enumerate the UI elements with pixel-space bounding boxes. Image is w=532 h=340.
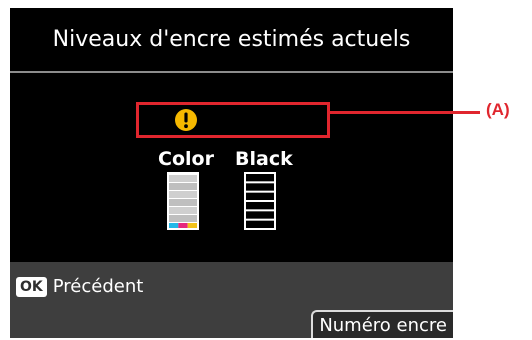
color-tank-band: [169, 215, 197, 222]
black-ink-label: Black: [235, 148, 293, 170]
color-ink-label: Color: [158, 148, 214, 170]
color-tank-strip: [169, 223, 179, 228]
exclamation-icon: [175, 109, 197, 131]
color-tank-band: [169, 175, 197, 182]
black-tank-bar: [246, 181, 274, 184]
callout-label: (A): [486, 100, 510, 119]
back-row[interactable]: OK Précédent: [16, 276, 143, 297]
bottom-bar: OK Précédent Numéro encre: [10, 262, 453, 338]
black-tank-bar: [246, 190, 274, 193]
printer-lcd-screen: Niveaux d'encre estimés actuels Color Bl…: [10, 8, 453, 338]
color-tank-band: [169, 207, 197, 214]
color-tank-band: [169, 199, 197, 206]
ok-key[interactable]: OK: [16, 276, 47, 297]
black-tank-bar: [246, 209, 274, 212]
back-label: Précédent: [52, 276, 144, 297]
color-tank-band: [169, 183, 197, 190]
color-tank-band: [169, 191, 197, 198]
black-tank-bar: [246, 218, 274, 221]
color-tank-strip: [178, 223, 188, 228]
ink-number-button[interactable]: Numéro encre: [311, 310, 453, 338]
callout-line: [330, 111, 480, 114]
black-tank-bar: [246, 200, 274, 202]
color-ink-tank: [167, 172, 199, 230]
black-ink-tank: [244, 172, 276, 230]
color-tank-strip: [187, 223, 197, 228]
screen-title: Niveaux d'encre estimés actuels: [10, 8, 453, 73]
warning-highlight-box: [136, 102, 330, 138]
